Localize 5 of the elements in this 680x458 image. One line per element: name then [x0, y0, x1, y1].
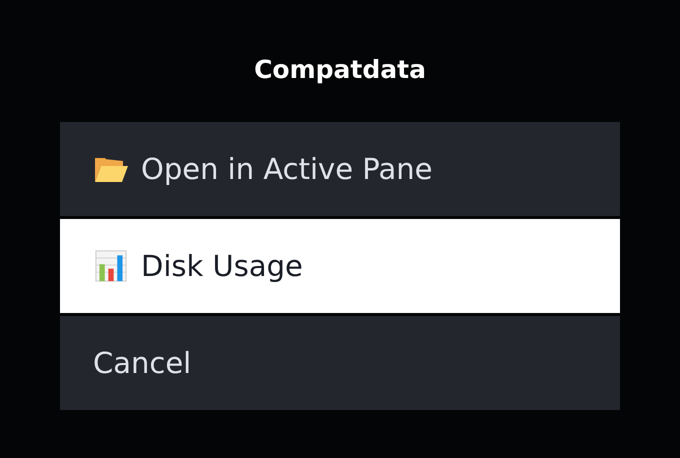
menu-item[interactable]: Cancel — [60, 316, 620, 410]
bar-chart-icon — [93, 250, 129, 282]
menu-item[interactable]: Disk Usage — [60, 219, 620, 313]
menu-item[interactable]: Open in Active Pane — [60, 122, 620, 216]
dialog-title: Compatdata — [254, 54, 426, 86]
